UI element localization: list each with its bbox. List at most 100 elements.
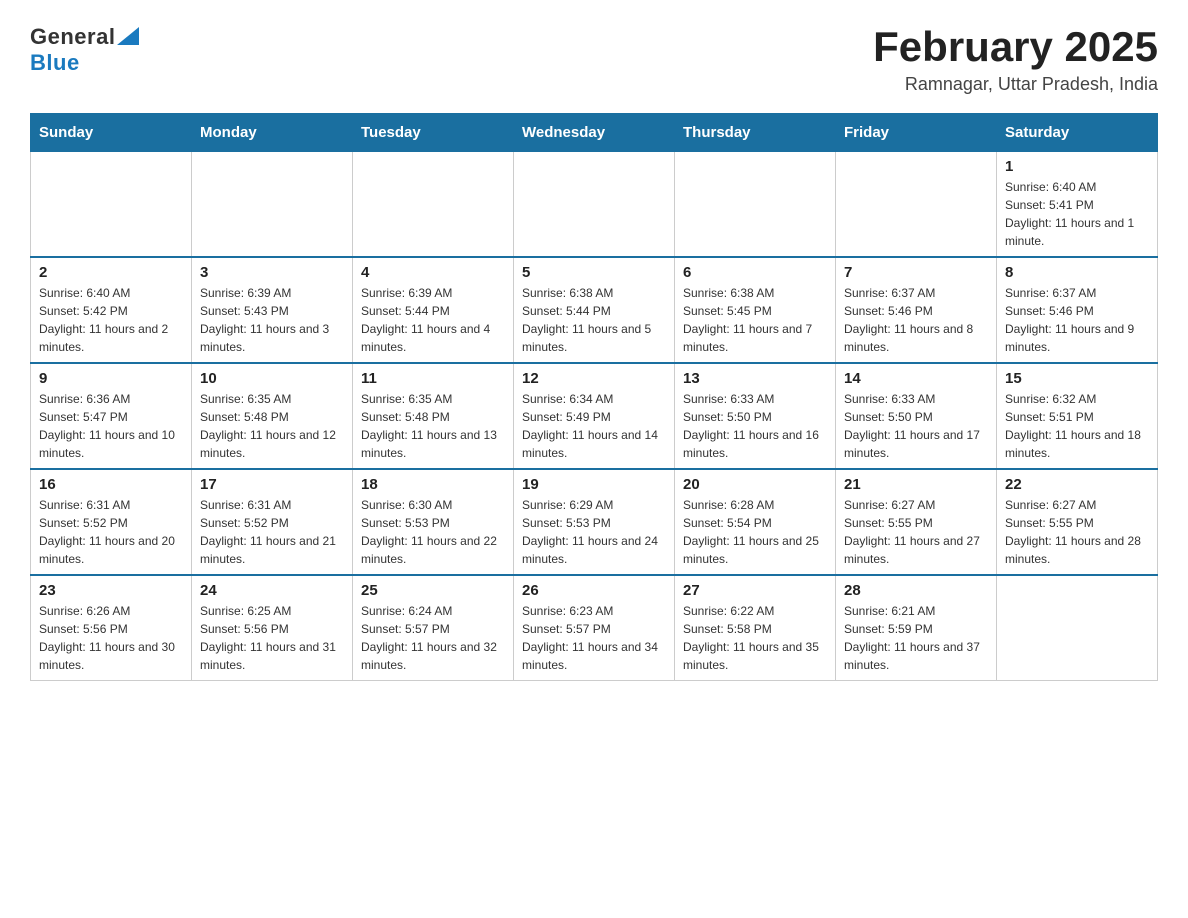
day-info: Sunrise: 6:37 AM Sunset: 5:46 PM Dayligh… (1005, 284, 1149, 356)
weekday-header-friday: Friday (836, 114, 997, 152)
day-number: 14 (844, 370, 988, 387)
day-info: Sunrise: 6:27 AM Sunset: 5:55 PM Dayligh… (844, 496, 988, 568)
calendar-table: SundayMondayTuesdayWednesdayThursdayFrid… (30, 113, 1158, 681)
weekday-header-saturday: Saturday (997, 114, 1158, 152)
calendar-cell (353, 152, 514, 258)
calendar-cell: 4Sunrise: 6:39 AM Sunset: 5:44 PM Daylig… (353, 257, 514, 363)
calendar-cell (836, 152, 997, 258)
day-number: 19 (522, 476, 666, 493)
day-info: Sunrise: 6:39 AM Sunset: 5:43 PM Dayligh… (200, 284, 344, 356)
day-info: Sunrise: 6:21 AM Sunset: 5:59 PM Dayligh… (844, 602, 988, 674)
day-number: 12 (522, 370, 666, 387)
calendar-cell: 11 Sunrise: 6:35 AM Sunset: 5:48 PM Dayli… (353, 363, 514, 469)
calendar-cell: 5 Sunrise: 6:38 AM Sunset: 5:44 PM Daylig… (514, 257, 675, 363)
day-number: 26 (522, 582, 666, 599)
day-number: 6 (683, 264, 827, 281)
day-info: Sunrise: 6:39 AM Sunset: 5:44 PM Dayligh… (361, 284, 505, 356)
calendar-cell: 7 Sunrise: 6:37 AM Sunset: 5:46 PM Daylig… (836, 257, 997, 363)
calendar-week-row: 9 Sunrise: 6:36 AM Sunset: 5:47 PM Daylig… (31, 363, 1158, 469)
day-number: 3 (200, 264, 344, 281)
calendar-header: SundayMondayTuesdayWednesdayThursdayFrid… (31, 114, 1158, 152)
logo-triangle-icon (117, 27, 139, 45)
day-number: 20 (683, 476, 827, 493)
calendar-cell: 3 Sunrise: 6:39 AM Sunset: 5:43 PM Daylig… (192, 257, 353, 363)
page-header: General Blue February 2025 Ramnagar, Utt… (30, 24, 1158, 95)
calendar-body: 1Sunrise: 6:40 AM Sunset: 5:41 PM Daylig… (31, 152, 1158, 681)
day-number: 10 (200, 370, 344, 387)
day-info: Sunrise: 6:32 AM Sunset: 5:51 PM Dayligh… (1005, 390, 1149, 462)
day-info: Sunrise: 6:35 AM Sunset: 5:48 PM Dayligh… (200, 390, 344, 462)
calendar-cell: 15 Sunrise: 6:32 AM Sunset: 5:51 PM Dayli… (997, 363, 1158, 469)
weekday-header-wednesday: Wednesday (514, 114, 675, 152)
day-info: Sunrise: 6:30 AM Sunset: 5:53 PM Dayligh… (361, 496, 505, 568)
day-number: 13 (683, 370, 827, 387)
calendar-cell: 27 Sunrise: 6:22 AM Sunset: 5:58 PM Dayli… (675, 575, 836, 681)
logo-general-text: General (30, 24, 115, 50)
weekday-header-sunday: Sunday (31, 114, 192, 152)
calendar-cell: 18Sunrise: 6:30 AM Sunset: 5:53 PM Dayli… (353, 469, 514, 575)
calendar-cell (31, 152, 192, 258)
day-info: Sunrise: 6:36 AM Sunset: 5:47 PM Dayligh… (39, 390, 183, 462)
calendar-cell: 22 Sunrise: 6:27 AM Sunset: 5:55 PM Dayli… (997, 469, 1158, 575)
day-info: Sunrise: 6:33 AM Sunset: 5:50 PM Dayligh… (683, 390, 827, 462)
day-number: 7 (844, 264, 988, 281)
weekday-header-row: SundayMondayTuesdayWednesdayThursdayFrid… (31, 114, 1158, 152)
day-info: Sunrise: 6:33 AM Sunset: 5:50 PM Dayligh… (844, 390, 988, 462)
day-info: Sunrise: 6:25 AM Sunset: 5:56 PM Dayligh… (200, 602, 344, 674)
calendar-cell: 9 Sunrise: 6:36 AM Sunset: 5:47 PM Daylig… (31, 363, 192, 469)
calendar-cell (997, 575, 1158, 681)
calendar-cell: 28 Sunrise: 6:21 AM Sunset: 5:59 PM Dayli… (836, 575, 997, 681)
day-number: 24 (200, 582, 344, 599)
calendar-cell: 16Sunrise: 6:31 AM Sunset: 5:52 PM Dayli… (31, 469, 192, 575)
day-number: 21 (844, 476, 988, 493)
calendar-cell: 10 Sunrise: 6:35 AM Sunset: 5:48 PM Dayli… (192, 363, 353, 469)
calendar-cell: 25Sunrise: 6:24 AM Sunset: 5:57 PM Dayli… (353, 575, 514, 681)
calendar-cell: 26Sunrise: 6:23 AM Sunset: 5:57 PM Dayli… (514, 575, 675, 681)
calendar-cell: 1Sunrise: 6:40 AM Sunset: 5:41 PM Daylig… (997, 152, 1158, 258)
weekday-header-tuesday: Tuesday (353, 114, 514, 152)
weekday-header-thursday: Thursday (675, 114, 836, 152)
day-info: Sunrise: 6:26 AM Sunset: 5:56 PM Dayligh… (39, 602, 183, 674)
calendar-cell (514, 152, 675, 258)
calendar-cell: 12Sunrise: 6:34 AM Sunset: 5:49 PM Dayli… (514, 363, 675, 469)
day-number: 28 (844, 582, 988, 599)
calendar-cell: 23 Sunrise: 6:26 AM Sunset: 5:56 PM Dayli… (31, 575, 192, 681)
calendar-week-row: 2Sunrise: 6:40 AM Sunset: 5:42 PM Daylig… (31, 257, 1158, 363)
day-info: Sunrise: 6:31 AM Sunset: 5:52 PM Dayligh… (39, 496, 183, 568)
day-number: 17 (200, 476, 344, 493)
day-number: 11 (361, 370, 505, 387)
calendar-cell (675, 152, 836, 258)
calendar-cell: 8Sunrise: 6:37 AM Sunset: 5:46 PM Daylig… (997, 257, 1158, 363)
calendar-cell: 20 Sunrise: 6:28 AM Sunset: 5:54 PM Dayli… (675, 469, 836, 575)
day-info: Sunrise: 6:31 AM Sunset: 5:52 PM Dayligh… (200, 496, 344, 568)
day-number: 22 (1005, 476, 1149, 493)
calendar-week-row: 16Sunrise: 6:31 AM Sunset: 5:52 PM Dayli… (31, 469, 1158, 575)
day-info: Sunrise: 6:27 AM Sunset: 5:55 PM Dayligh… (1005, 496, 1149, 568)
day-info: Sunrise: 6:37 AM Sunset: 5:46 PM Dayligh… (844, 284, 988, 356)
logo: General Blue (30, 24, 139, 76)
day-info: Sunrise: 6:28 AM Sunset: 5:54 PM Dayligh… (683, 496, 827, 568)
calendar-cell: 24 Sunrise: 6:25 AM Sunset: 5:56 PM Dayli… (192, 575, 353, 681)
day-number: 2 (39, 264, 183, 281)
day-info: Sunrise: 6:38 AM Sunset: 5:45 PM Dayligh… (683, 284, 827, 356)
day-number: 9 (39, 370, 183, 387)
calendar-week-row: 1Sunrise: 6:40 AM Sunset: 5:41 PM Daylig… (31, 152, 1158, 258)
logo-blue-text: Blue (30, 50, 80, 76)
calendar-week-row: 23 Sunrise: 6:26 AM Sunset: 5:56 PM Dayli… (31, 575, 1158, 681)
day-number: 23 (39, 582, 183, 599)
calendar-cell: 17 Sunrise: 6:31 AM Sunset: 5:52 PM Dayli… (192, 469, 353, 575)
day-info: Sunrise: 6:22 AM Sunset: 5:58 PM Dayligh… (683, 602, 827, 674)
calendar-cell: 19 Sunrise: 6:29 AM Sunset: 5:53 PM Dayli… (514, 469, 675, 575)
day-number: 15 (1005, 370, 1149, 387)
day-info: Sunrise: 6:40 AM Sunset: 5:41 PM Dayligh… (1005, 178, 1149, 250)
day-info: Sunrise: 6:35 AM Sunset: 5:48 PM Dayligh… (361, 390, 505, 462)
day-info: Sunrise: 6:38 AM Sunset: 5:44 PM Dayligh… (522, 284, 666, 356)
calendar-cell: 13 Sunrise: 6:33 AM Sunset: 5:50 PM Dayli… (675, 363, 836, 469)
day-number: 5 (522, 264, 666, 281)
calendar-cell: 2Sunrise: 6:40 AM Sunset: 5:42 PM Daylig… (31, 257, 192, 363)
day-info: Sunrise: 6:29 AM Sunset: 5:53 PM Dayligh… (522, 496, 666, 568)
calendar-cell: 6 Sunrise: 6:38 AM Sunset: 5:45 PM Daylig… (675, 257, 836, 363)
day-number: 25 (361, 582, 505, 599)
day-number: 27 (683, 582, 827, 599)
calendar-cell: 14 Sunrise: 6:33 AM Sunset: 5:50 PM Dayli… (836, 363, 997, 469)
